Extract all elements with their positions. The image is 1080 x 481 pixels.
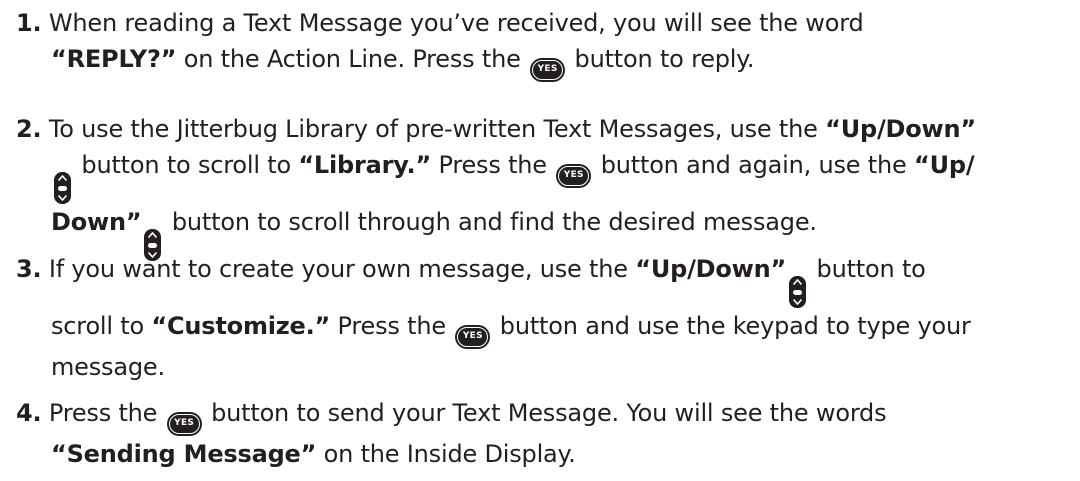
step-text: If you want to create your own message, … xyxy=(48,255,636,283)
step-3-line-3: message. xyxy=(16,349,1076,385)
step-text: Press the xyxy=(41,399,165,427)
step-3-line-1: 3. If you want to create your own messag… xyxy=(16,251,1076,308)
yes-button-icon: YES xyxy=(530,57,566,82)
step-1-line-2: “REPLY?” on the Action Line. Press the Y… xyxy=(16,41,1076,82)
bold-term-library: “Library.” xyxy=(298,151,432,179)
step-3: 3. If you want to create your own messag… xyxy=(16,251,1076,385)
bold-term-sending-message: “Sending Message” xyxy=(51,439,317,468)
step-text: on the Action Line. Press the xyxy=(176,45,529,73)
step-text: button to xyxy=(809,255,926,283)
yes-button-icon: YES xyxy=(166,411,202,436)
bold-term-up-down: “Up/Down” xyxy=(825,115,976,143)
step-2-line-1: 2. To use the Jitterbug Library of pre-w… xyxy=(16,111,1076,147)
step-text: button and use the keypad to type your xyxy=(492,312,971,340)
step-text: To use the Jitterbug Library of pre-writ… xyxy=(48,115,826,143)
up-down-button-icon xyxy=(789,276,807,308)
step-text: button to scroll to xyxy=(74,151,299,179)
bold-term-up-down: “Up/Down” xyxy=(635,255,787,283)
step-text: Press the xyxy=(431,151,555,179)
step-text: button to reply. xyxy=(567,45,755,73)
step-text: button to send your Text Message. You wi… xyxy=(203,399,887,427)
step-4-line-2: “Sending Message” on the Inside Display. xyxy=(16,436,1076,472)
step-text: scroll to xyxy=(51,312,152,340)
step-1: 1. When reading a Text Message you’ve re… xyxy=(16,5,1076,82)
up-down-button-icon xyxy=(54,172,71,204)
step-text: button and again, use the xyxy=(593,151,915,179)
bold-term-up: “Up/ xyxy=(914,151,975,179)
step-text: button to scroll through and find the de… xyxy=(164,208,817,236)
step-number: 4. xyxy=(16,399,42,427)
step-text: on the Inside Display. xyxy=(316,439,576,468)
step-number: 3. xyxy=(16,255,42,283)
yes-button-icon: YES xyxy=(556,163,592,188)
step-text: message. xyxy=(51,352,165,381)
instruction-page: 1. When reading a Text Message you’ve re… xyxy=(0,0,1080,481)
step-4-line-1: 4. Press the YES button to send your Tex… xyxy=(16,395,1076,436)
step-text: When reading a Text Message you’ve recei… xyxy=(48,9,864,37)
bold-term-down: Down” xyxy=(51,208,142,236)
step-4: 4. Press the YES button to send your Tex… xyxy=(16,395,1076,472)
bold-term-reply: “REPLY?” xyxy=(51,45,177,73)
step-text: Press the xyxy=(330,312,454,340)
step-2: 2. To use the Jitterbug Library of pre-w… xyxy=(16,111,1076,261)
step-1-line-1: 1. When reading a Text Message you’ve re… xyxy=(16,5,1076,41)
bold-term-customize: “Customize.” xyxy=(151,312,331,340)
step-number: 2. xyxy=(16,115,42,143)
step-3-line-2: scroll to “Customize.” Press the YES but… xyxy=(16,308,1076,349)
step-number: 1. xyxy=(16,9,42,37)
step-2-line-2: button to scroll to “Library.” Press the… xyxy=(16,147,1076,204)
yes-button-icon: YES xyxy=(455,324,491,349)
